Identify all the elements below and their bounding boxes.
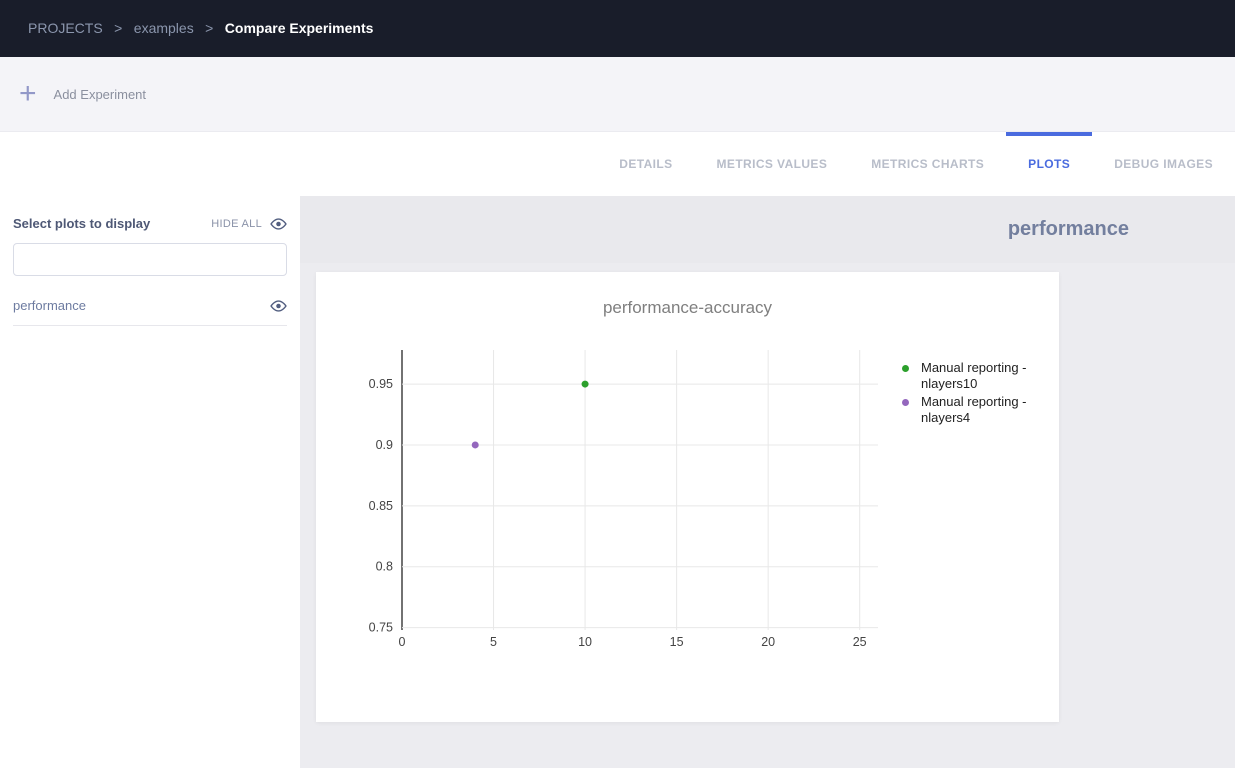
breadcrumb-examples[interactable]: examples — [134, 20, 194, 36]
legend-label: Manual reporting - nlayers4 — [921, 394, 1039, 426]
add-experiment-bar: + Add Experiment — [0, 57, 1235, 132]
legend-label: Manual reporting - nlayers10 — [921, 360, 1039, 392]
data-point[interactable] — [472, 441, 479, 448]
add-experiment-label: Add Experiment — [54, 87, 147, 102]
plots-sidebar: Select plots to display HIDE ALL perform… — [0, 196, 300, 768]
x-tick-label: 25 — [853, 635, 867, 649]
breadcrumb-separator: > — [114, 20, 122, 36]
tab-debug-images[interactable]: DEBUG IMAGES — [1092, 132, 1235, 196]
breadcrumb-projects[interactable]: PROJECTS — [28, 20, 103, 36]
plus-icon: + — [19, 81, 37, 107]
eye-icon — [270, 218, 287, 230]
x-tick-label: 10 — [578, 635, 592, 649]
legend-item[interactable]: Manual reporting - nlayers4 — [902, 394, 1039, 426]
plot-legend: Manual reporting - nlayers10Manual repor… — [902, 360, 1039, 426]
chart-title: performance-accuracy — [316, 298, 1059, 318]
plot-group-header: performance — [300, 196, 1235, 263]
y-tick-label: 0.9 — [376, 438, 393, 452]
legend-marker — [902, 399, 909, 406]
tab-metrics-charts[interactable]: METRICS CHARTS — [849, 132, 1006, 196]
plot-card: 0 5 10 15 20 25 0.75 0.8 0.85 0.9 0.95 performance… — [316, 272, 1059, 722]
x-tick-label: 15 — [670, 635, 684, 649]
top-header: PROJECTS > examples > Compare Experiment… — [0, 0, 1235, 57]
breadcrumb-current: Compare Experiments — [225, 20, 374, 36]
tab-plots[interactable]: PLOTS — [1006, 132, 1092, 196]
data-point[interactable] — [582, 381, 589, 388]
breadcrumb-separator: > — [205, 20, 213, 36]
plot-filter-input[interactable] — [13, 243, 287, 276]
breadcrumb: PROJECTS > examples > Compare Experiment… — [28, 20, 373, 38]
y-tick-label: 0.75 — [369, 621, 393, 635]
tab-metrics-values[interactable]: METRICS VALUES — [695, 132, 850, 196]
x-tick-label: 20 — [761, 635, 775, 649]
add-experiment-button[interactable]: + Add Experiment — [19, 81, 146, 107]
legend-item[interactable]: Manual reporting - nlayers10 — [902, 360, 1039, 392]
sidebar-header: Select plots to display HIDE ALL — [13, 216, 287, 231]
plot-group-title: performance — [1008, 218, 1129, 241]
x-tick-label: 0 — [399, 635, 406, 649]
sidebar-title: Select plots to display — [13, 216, 150, 231]
eye-icon[interactable] — [270, 300, 287, 312]
plot-item-label: performance — [13, 298, 86, 313]
plot-list-item[interactable]: performance — [13, 290, 287, 326]
plots-panel: performance 0 5 10 15 20 25 0.75 0.8 0.85 0.9 0.95… — [300, 196, 1235, 768]
hide-all-button[interactable]: HIDE ALL — [211, 218, 287, 230]
y-tick-label: 0.85 — [369, 499, 393, 513]
legend-marker — [902, 365, 909, 372]
tab-bar: DETAILS METRICS VALUES METRICS CHARTS PL… — [0, 132, 1235, 196]
y-tick-label: 0.95 — [369, 377, 393, 391]
main-content: Select plots to display HIDE ALL perform… — [0, 196, 1235, 768]
plot-svg: 0 5 10 15 20 25 0.75 0.8 0.85 0.9 0.95 — [316, 272, 1059, 722]
tab-details[interactable]: DETAILS — [597, 132, 694, 196]
hide-all-label: HIDE ALL — [211, 218, 262, 230]
x-tick-label: 5 — [490, 635, 497, 649]
y-tick-label: 0.8 — [376, 560, 393, 574]
